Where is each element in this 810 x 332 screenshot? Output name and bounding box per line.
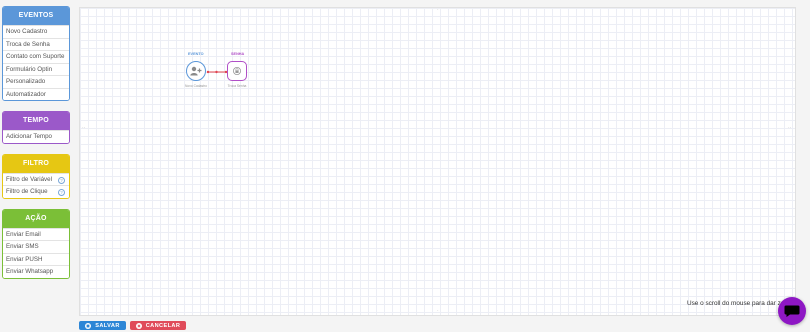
node-event-tag: EVENTO — [188, 52, 204, 56]
sidebar-item-automatizador[interactable]: Automatizador — [3, 87, 69, 100]
canvas-edge-marker-top: · — [437, 7, 439, 13]
cancel-button[interactable]: CANCELAR — [130, 321, 186, 330]
node-event-label: Novo Cadastro — [185, 84, 207, 88]
sidebar-item-enviar-push[interactable]: Enviar PUSH — [3, 252, 69, 265]
help-icon[interactable]: ? — [58, 176, 65, 184]
save-button[interactable]: SALVAR — [79, 321, 126, 330]
sidebar-item-enviar-email[interactable]: Enviar Email — [3, 227, 69, 240]
flow-canvas[interactable]: · · ·· ·· EVENTO Novo Cadastro SENHA Tro… — [79, 7, 796, 316]
sidebar-item-contato-com-suporte[interactable]: Contato com Suporte — [3, 50, 69, 63]
sidebar-item-label: Filtro de Variável — [6, 175, 52, 183]
sidebar-item-enviar-whatsapp[interactable]: Enviar Whatsapp — [3, 265, 69, 278]
chat-button[interactable] — [778, 297, 806, 325]
sidebar: EVENTOS Novo Cadastro Troca de Senha Con… — [2, 6, 70, 289]
node-senha[interactable] — [227, 61, 247, 81]
sidebar-item-troca-de-senha[interactable]: Troca de Senha — [3, 37, 69, 50]
help-icon[interactable]: ? — [58, 189, 65, 196]
node-senha-label: Troca Senha — [227, 84, 247, 88]
chat-icon — [784, 305, 800, 317]
sidebar-item-label: Filtro de Clique — [6, 188, 48, 195]
node-connector — [206, 70, 228, 74]
node-event[interactable] — [186, 61, 206, 81]
sidebar-item-enviar-sms[interactable]: Enviar SMS — [3, 240, 69, 253]
sidebar-item-filtro-de-clique[interactable]: Filtro de Clique ? — [3, 185, 69, 198]
panel-tempo-title: TEMPO — [3, 112, 69, 130]
sidebar-item-personalizado[interactable]: Personalizado — [3, 75, 69, 88]
canvas-edge-marker-right: ·· — [788, 125, 792, 131]
cancel-button-label: CANCELAR — [145, 322, 181, 329]
sidebar-item-filtro-de-variavel[interactable]: Filtro de Variável ? — [3, 172, 69, 185]
lock-icon — [233, 67, 241, 75]
panel-eventos-title: EVENTOS — [3, 7, 69, 25]
panel-acao-title: AÇÃO — [3, 209, 69, 228]
panel-eventos: EVENTOS Novo Cadastro Troca de Senha Con… — [2, 6, 70, 101]
user-plus-icon — [190, 66, 202, 76]
save-button-label: SALVAR — [95, 322, 120, 329]
panel-acao: AÇÃO Enviar Email Enviar SMS Enviar PUSH… — [2, 208, 70, 279]
save-icon — [85, 322, 92, 329]
node-senha-tag: SENHA — [231, 52, 245, 56]
panel-tempo: TEMPO Adicionar Tempo — [2, 111, 70, 144]
sidebar-item-formulario-optin[interactable]: Formulário Optin — [3, 62, 69, 75]
canvas-edge-marker-bottom: · — [437, 308, 439, 314]
sidebar-item-novo-cadastro[interactable]: Novo Cadastro — [3, 25, 69, 38]
close-icon — [135, 322, 142, 329]
panel-filtro: FILTRO Filtro de Variável ? Filtro de Cl… — [2, 153, 70, 199]
sidebar-item-adicionar-tempo[interactable]: Adicionar Tempo — [3, 130, 69, 143]
zoom-hint: Use o scroll do mouse para dar zo... — [687, 300, 790, 307]
canvas-edge-marker-left: ·· — [82, 125, 86, 131]
panel-filtro-title: FILTRO — [3, 154, 69, 173]
